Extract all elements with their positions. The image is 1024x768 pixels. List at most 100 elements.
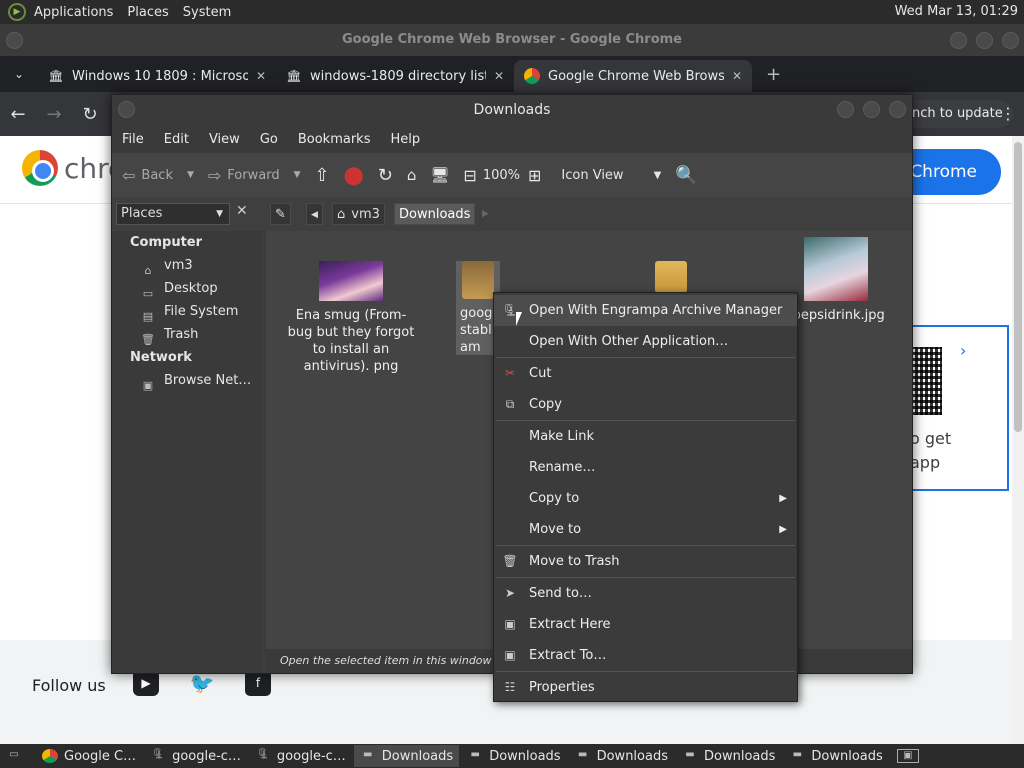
tab-close-icon[interactable]: ✕ — [256, 69, 266, 83]
taskbar-item-engrampa[interactable]: 🗜 google-c… — [249, 745, 352, 767]
menu-file[interactable]: File — [122, 132, 144, 147]
menu-item-copy-to[interactable]: Copy to ▶ — [494, 483, 797, 514]
minimize-button[interactable] — [837, 101, 854, 118]
tab-close-icon[interactable]: ✕ — [494, 69, 504, 83]
image-thumbnail — [804, 237, 868, 301]
workspace-switcher-icon[interactable]: ▣ — [891, 745, 931, 767]
scroll-thumb[interactable] — [1014, 142, 1022, 432]
file-item[interactable]: Ena smug (From- bug but they forgot to i… — [286, 261, 416, 375]
forward-arrow-icon[interactable]: → — [36, 104, 72, 125]
reload-icon[interactable]: ↻ — [378, 165, 393, 186]
menu-item-copy[interactable]: ⧉ Copy — [494, 389, 797, 420]
applications-menu[interactable]: Applications — [34, 5, 113, 20]
zoom-out-icon[interactable]: ⊟ — [463, 166, 476, 185]
back-arrow-icon[interactable]: ← — [0, 104, 36, 125]
taskbar-item-label: Downloads — [704, 748, 776, 764]
menu-item-make-link[interactable]: Make Link — [494, 421, 797, 452]
fm-menubar: File Edit View Go Bookmarks Help — [112, 125, 912, 153]
show-desktop-icon[interactable]: ▭ — [0, 745, 34, 767]
menu-edit[interactable]: Edit — [164, 132, 189, 147]
back-button[interactable]: ⇦ Back — [122, 166, 173, 185]
tab-close-icon[interactable]: ✕ — [732, 69, 742, 83]
menu-item-move-to-trash[interactable]: 🗑 Move to Trash — [494, 546, 797, 577]
menu-item-open-with-other[interactable]: Open With Other Application… — [494, 326, 797, 357]
home-icon[interactable]: ⌂ — [407, 166, 417, 184]
menu-bookmarks[interactable]: Bookmarks — [298, 132, 371, 147]
system-menu[interactable]: System — [183, 5, 231, 20]
clock[interactable]: Wed Mar 13, 01:29 — [895, 4, 1018, 19]
places-combo[interactable]: Places ▼ — [116, 203, 230, 225]
folder-icon: ▬ — [685, 749, 695, 760]
maximize-button[interactable] — [976, 32, 993, 49]
taskbar-item-downloads[interactable]: ▬ Downloads — [353, 745, 460, 767]
qr-card[interactable]: › o get app — [900, 325, 1009, 491]
search-icon[interactable]: 🔍 — [675, 165, 697, 186]
folder-icon: ▬ — [577, 749, 588, 760]
back-history-dropdown[interactable]: ▼ — [187, 170, 194, 180]
menu-item-rename[interactable]: Rename… — [494, 452, 797, 483]
menu-go[interactable]: Go — [260, 132, 278, 147]
sidebar-item-file-system[interactable]: ▤ File System — [112, 300, 262, 323]
crumb-right-arrow-icon[interactable]: ▶ — [478, 203, 493, 225]
page-scrollbar[interactable] — [1012, 136, 1024, 744]
update-button[interactable]: nch to update — [912, 100, 1013, 128]
menu-item-send-to[interactable]: ➤ Send to… — [494, 578, 797, 609]
minimize-button[interactable] — [950, 32, 967, 49]
computer-header: Computer — [130, 235, 203, 250]
taskbar-item-downloads[interactable]: ▬ Downloads — [676, 745, 781, 767]
sidebar-item-vm3[interactable]: ⌂ vm3 — [112, 254, 262, 277]
window-menu-button[interactable] — [6, 32, 23, 49]
menu-item-open-with-engrampa[interactable]: 🗜 Open With Engrampa Archive Manager — [494, 295, 797, 326]
taskbar-item-label: Google C… — [64, 748, 137, 764]
crumb-downloads[interactable]: Downloads — [394, 203, 476, 225]
maximize-button[interactable] — [863, 101, 880, 118]
computer-icon[interactable]: 🖥 — [430, 166, 449, 184]
menu-item-properties[interactable]: ☷ Properties — [494, 672, 797, 703]
close-button[interactable] — [1002, 32, 1019, 49]
taskbar-item-chrome[interactable]: Google C… — [36, 745, 142, 767]
home-folder-icon: ⌂ — [144, 263, 152, 277]
close-button[interactable] — [889, 101, 906, 118]
crumb-vm3[interactable]: ⌂ vm3 — [332, 203, 385, 225]
crumb-vm3-label: vm3 — [351, 207, 380, 222]
menu-item-cut[interactable]: ✂ Cut — [494, 358, 797, 389]
menu-item-extract-to[interactable]: ▣ Extract To… — [494, 640, 797, 671]
stop-icon[interactable]: ⬤ — [344, 165, 364, 186]
tab-google-chrome[interactable]: Google Chrome Web Browse ✕ — [514, 60, 752, 92]
chevron-down-icon: ▼ — [653, 169, 662, 181]
get-chrome-button[interactable]: Chrome — [900, 149, 1001, 195]
sidebar-item-desktop[interactable]: ▭ Desktop — [112, 277, 262, 300]
menu-view[interactable]: View — [209, 132, 240, 147]
tab-windows-1809[interactable]: 🏛 windows-1809 directory listi ✕ — [276, 60, 514, 92]
edit-location-icon[interactable]: ✎ — [270, 203, 291, 225]
zoom-in-icon[interactable]: ⊞ — [528, 166, 541, 185]
crumb-left-arrow-icon[interactable]: ◀ — [306, 203, 323, 225]
taskbar-item-downloads[interactable]: ▬ Downloads — [783, 745, 888, 767]
window-menu-button[interactable] — [118, 101, 135, 118]
taskbar-item-downloads[interactable]: ▬ Downloads — [569, 745, 674, 767]
close-sidebar-icon[interactable]: ✕ — [236, 203, 248, 219]
chrome-menu-icon[interactable]: ⋮ — [1000, 104, 1016, 123]
home-icon: ⌂ — [337, 207, 346, 222]
tab-search-icon[interactable]: ⌄ — [0, 67, 38, 81]
menu-help[interactable]: Help — [390, 132, 420, 147]
sidebar-item-trash[interactable]: 🗑 Trash — [112, 323, 262, 346]
view-mode-select[interactable]: Icon View ▼ — [561, 168, 661, 183]
sidebar-item-browse-network[interactable]: ▣ Browse Net… — [112, 369, 262, 392]
reload-icon[interactable]: ↻ — [72, 104, 108, 125]
forward-history-dropdown[interactable]: ▼ — [294, 170, 301, 180]
menu-item-move-to[interactable]: Move to ▶ — [494, 514, 797, 545]
zoom-control[interactable]: ⊟ 100% ⊞ — [463, 166, 547, 185]
forward-button[interactable]: ⇨ Forward — [208, 166, 280, 185]
mate-logo-icon[interactable]: ▶ — [8, 3, 26, 21]
new-tab-icon[interactable]: + — [766, 64, 781, 85]
tab-windows-10[interactable]: 🏛 Windows 10 1809 : Microsoft ✕ — [38, 60, 276, 92]
chevron-right-icon[interactable]: › — [960, 341, 966, 360]
up-arrow-icon[interactable]: ⇧ — [315, 165, 330, 186]
menu-item-extract-here[interactable]: ▣ Extract Here — [494, 609, 797, 640]
places-menu[interactable]: Places — [127, 5, 168, 20]
file-item[interactable]: rpepsidrink.jpg — [786, 237, 886, 324]
taskbar-item-engrampa[interactable]: 🗜 google-c… — [144, 745, 247, 767]
taskbar-item-downloads[interactable]: ▬ Downloads — [461, 745, 566, 767]
mouse-cursor-icon — [516, 312, 522, 326]
